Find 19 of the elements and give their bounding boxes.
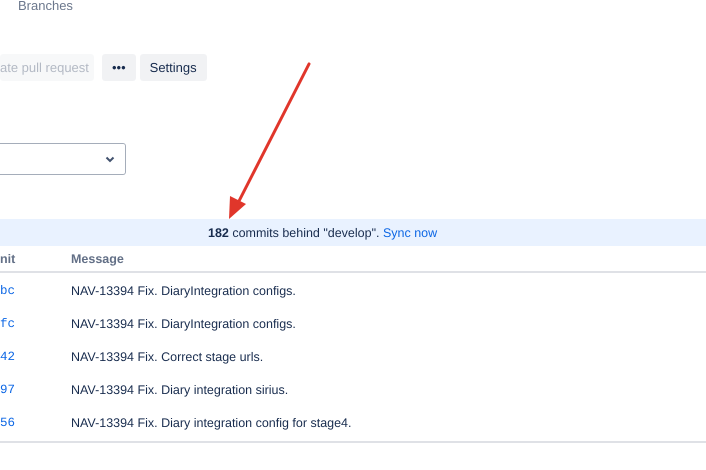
column-header: nit [0,252,16,266]
commit-hash-link[interactable]: 42 [0,350,71,364]
column-header: Message [71,252,124,266]
chevron-down-icon [105,156,115,162]
more-button[interactable]: ••• [102,54,136,81]
commit-hash-link[interactable]: bc [0,284,71,298]
commit-hash-link[interactable]: 56 [0,416,71,430]
commit-message: NAV-13394 Fix. Diary integration sirius. [71,382,288,396]
sync-now-link[interactable]: Sync now [382,226,438,240]
commit-hash-link[interactable]: fc [0,316,71,330]
commit-message: NAV-13394 Fix. DiaryIntegration configs. [71,316,296,330]
commits-behind-text: 182 commits behind "develop". Sync now [208,226,438,240]
commit-message: NAV-13394 Fix. Correct stage urls. [71,350,264,364]
settings-button[interactable]: Settings [140,54,207,81]
branch-dropdown[interactable] [0,143,126,175]
commit-message: NAV-13394 Fix. DiaryIntegration configs. [71,284,296,298]
commit-hash-link[interactable]: 97 [0,382,71,396]
breadcrumb-link[interactable]: Branches [0,0,706,10]
commit-message: NAV-13394 Fix. Diary integration config for stage4. [71,416,352,430]
